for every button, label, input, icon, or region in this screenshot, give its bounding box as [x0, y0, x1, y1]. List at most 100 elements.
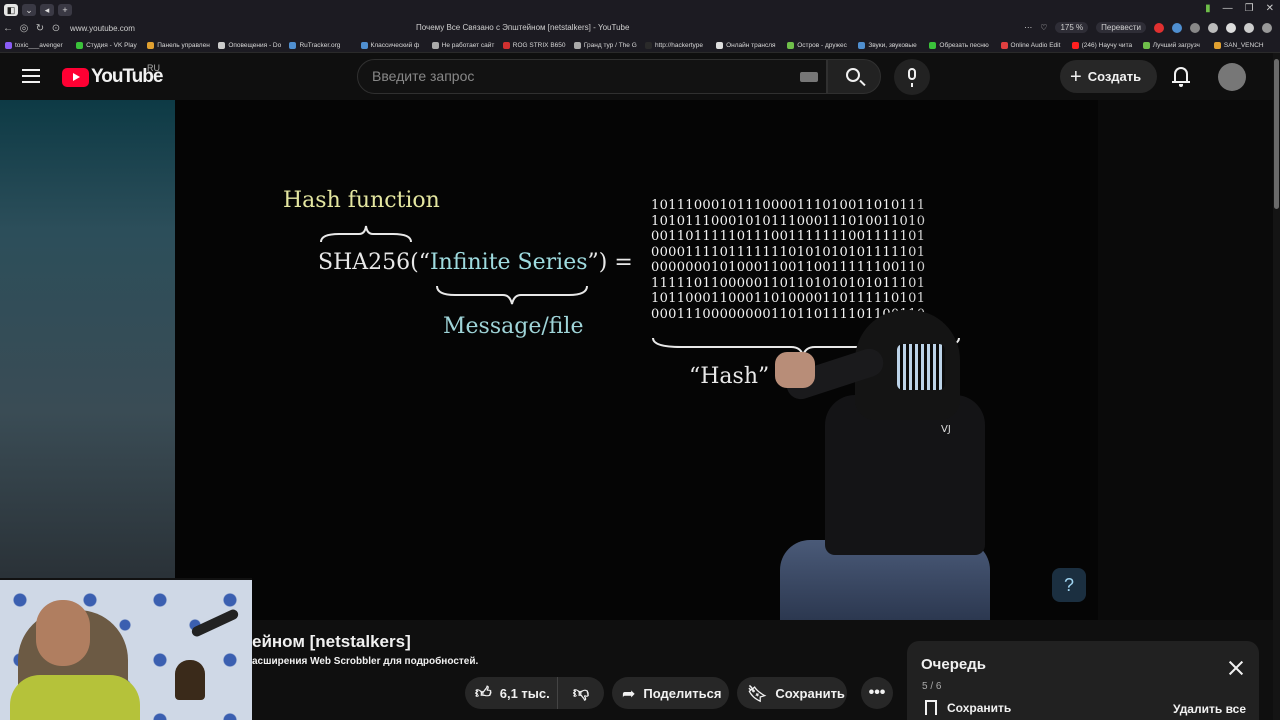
- youtube-header: YouTube RU + Создать: [0, 53, 1280, 100]
- bookmark-label: Лучший загрузч: [1152, 41, 1200, 49]
- tab-back-icon[interactable]: ◂: [40, 3, 54, 16]
- bookmark-item[interactable]: Online Audio Edit: [1000, 41, 1067, 49]
- tab-dropdown-icon[interactable]: ⌄: [22, 3, 36, 16]
- translate-button[interactable]: Перевести: [1096, 22, 1146, 33]
- queue-panel: Очередь 5 / 6 Сохранить Удалить все: [907, 641, 1259, 720]
- more-actions-button[interactable]: •••: [861, 677, 893, 709]
- video-title: ейном [netstalkers]: [252, 632, 411, 651]
- bookmark-item[interactable]: Панель управлен: [147, 41, 213, 49]
- bookmark-label: RuTracker.org: [299, 41, 341, 49]
- record-extension-icon[interactable]: [1154, 22, 1164, 33]
- like-button[interactable]: 👍︎ 6,1 тыс.: [465, 677, 558, 709]
- bookmark-label: http://hackertype: [654, 41, 704, 49]
- webcam-overlay: [0, 578, 252, 720]
- keyboard-icon[interactable]: [800, 72, 818, 82]
- dislike-button[interactable]: 👎︎: [558, 677, 604, 709]
- bookmark-item[interactable]: Лучший загрузч: [1142, 41, 1209, 49]
- address-field[interactable]: www.youtube.com: [70, 24, 220, 33]
- bookmark-item[interactable]: Студия - VK Play: [76, 41, 142, 49]
- bookmark-item[interactable]: Не работает сайт: [431, 41, 498, 49]
- more-icon[interactable]: ⋯: [1024, 23, 1032, 32]
- create-label: Создать: [1087, 69, 1142, 84]
- bookmark-item[interactable]: Онлайн трансля: [716, 41, 782, 49]
- message-file-label: Message/file: [443, 314, 584, 339]
- bookmark-label: toxic___avenger: [15, 41, 63, 49]
- browser-url-bar: ← ◎ ↻ ⊙ www.youtube.com Почему Все Связа…: [0, 19, 1280, 38]
- queue-delete-all-button[interactable]: Удалить все: [1173, 702, 1246, 716]
- extension-icon-2[interactable]: [1172, 22, 1182, 33]
- search-button[interactable]: [827, 59, 881, 94]
- queue-title: Очередь: [921, 656, 986, 673]
- settings-icon[interactable]: [1262, 22, 1272, 33]
- bookmark-favicon-icon: [218, 41, 226, 49]
- create-button[interactable]: + Создать: [1060, 60, 1157, 93]
- hash-function-label: Hash function: [283, 188, 440, 213]
- tab-favicon[interactable]: ◧: [4, 3, 18, 16]
- close-queue-icon[interactable]: [1229, 661, 1243, 675]
- bookmark-item[interactable]: ROG STRIX B650: [502, 41, 569, 49]
- youtube-logo[interactable]: YouTube RU: [62, 63, 163, 88]
- bookmark-icon[interactable]: ♡: [1040, 23, 1047, 32]
- minimize-icon[interactable]: —: [1223, 3, 1233, 14]
- notifications-bell-icon[interactable]: [1172, 67, 1190, 87]
- region-code: RU: [147, 63, 160, 73]
- hamburger-menu-icon[interactable]: [22, 69, 40, 83]
- bookmark-favicon-icon: [1213, 41, 1221, 49]
- restore-icon[interactable]: ❐: [1245, 3, 1254, 14]
- bookmark-favicon-icon: [289, 41, 297, 49]
- bookmark-item[interactable]: SAN_VENCH: [1213, 41, 1280, 49]
- back-icon[interactable]: ←: [0, 23, 16, 34]
- bookmark-label: SAN_VENCH: [1223, 41, 1264, 49]
- bookmark-item[interactable]: (246) Научу чита: [1071, 41, 1138, 49]
- bookmark-item[interactable]: Остров - дружес: [787, 41, 853, 49]
- bookmark-item[interactable]: Оповещения - Do: [218, 41, 284, 49]
- search-input[interactable]: [372, 68, 772, 84]
- new-tab-icon[interactable]: +: [58, 3, 72, 16]
- downloads-icon[interactable]: [1244, 22, 1254, 33]
- bookmark-item[interactable]: Гранд тур / The G: [573, 41, 640, 49]
- avatar[interactable]: [1218, 63, 1246, 91]
- queue-save-button[interactable]: Сохранить: [925, 700, 1011, 715]
- bookmark-item[interactable]: toxic___avenger: [5, 41, 71, 49]
- bookmark-label: Не работает сайт: [441, 41, 495, 49]
- bookmarks-bar: toxic___avenger Студия - VK Play Панель уп…: [0, 38, 1280, 53]
- extension-icon-4[interactable]: [1208, 22, 1218, 33]
- voice-search-button[interactable]: [894, 59, 930, 95]
- extension-icon-3[interactable]: [1190, 22, 1200, 33]
- hash-label: “Hash”: [689, 364, 770, 389]
- video-player[interactable]: Hash function SHA256(“Infinite Series”) …: [175, 100, 1098, 620]
- bookmark-item[interactable]: RuTracker.org: [289, 41, 355, 49]
- bookmark-item[interactable]: Звуки, звуковые: [858, 41, 924, 49]
- bookmark-label: ROG STRIX B650: [512, 41, 566, 49]
- bookmark-favicon-icon: [76, 41, 84, 49]
- save-button[interactable]: 🔖︎ Сохранить: [737, 677, 847, 709]
- like-dislike-group: 👍︎ 6,1 тыс. 👎︎: [465, 677, 604, 709]
- bookmark-favicon-icon: [716, 41, 724, 49]
- bookmark-item[interactable]: http://hackertype: [644, 41, 711, 49]
- site-info-icon[interactable]: ⊙: [48, 23, 64, 34]
- reload-icon[interactable]: ↻: [32, 23, 48, 34]
- like-count: 6,1 тыс.: [499, 685, 550, 701]
- sha-suffix: ”) =: [587, 250, 633, 275]
- bookmark-icon: [925, 700, 937, 715]
- bookmark-label: Звуки, звуковые: [868, 41, 917, 49]
- bookmark-favicon-icon: [502, 41, 510, 49]
- zoom-indicator[interactable]: 175 %: [1055, 22, 1089, 33]
- speed-dial-icon[interactable]: ◎: [16, 23, 32, 34]
- share-button[interactable]: ➦ Поделиться: [612, 677, 729, 709]
- channel-watermark-icon[interactable]: ?: [1052, 568, 1086, 602]
- bookmark-label: Онлайн трансля: [726, 41, 776, 49]
- sha-prefix: SHA256(“: [318, 250, 430, 275]
- bookmark-item[interactable]: Классический ф: [360, 41, 427, 49]
- bookmark-favicon-icon: [1000, 41, 1008, 49]
- queue-save-label: Сохранить: [947, 700, 1012, 715]
- scrollbar-thumb[interactable]: [1274, 59, 1279, 209]
- bookmark-item[interactable]: Обрезать песню: [929, 41, 995, 49]
- extension-icon-5[interactable]: [1226, 22, 1236, 33]
- bookmark-label: Оповещения - Do: [228, 41, 282, 49]
- extension-icon[interactable]: ▮: [1205, 3, 1211, 14]
- page-scrollbar[interactable]: [1273, 53, 1280, 720]
- scrobbler-notice: асширения Web Scrobbler для подробностей…: [252, 656, 479, 667]
- close-window-icon[interactable]: ✕: [1266, 3, 1274, 14]
- youtube-play-icon: [62, 67, 89, 87]
